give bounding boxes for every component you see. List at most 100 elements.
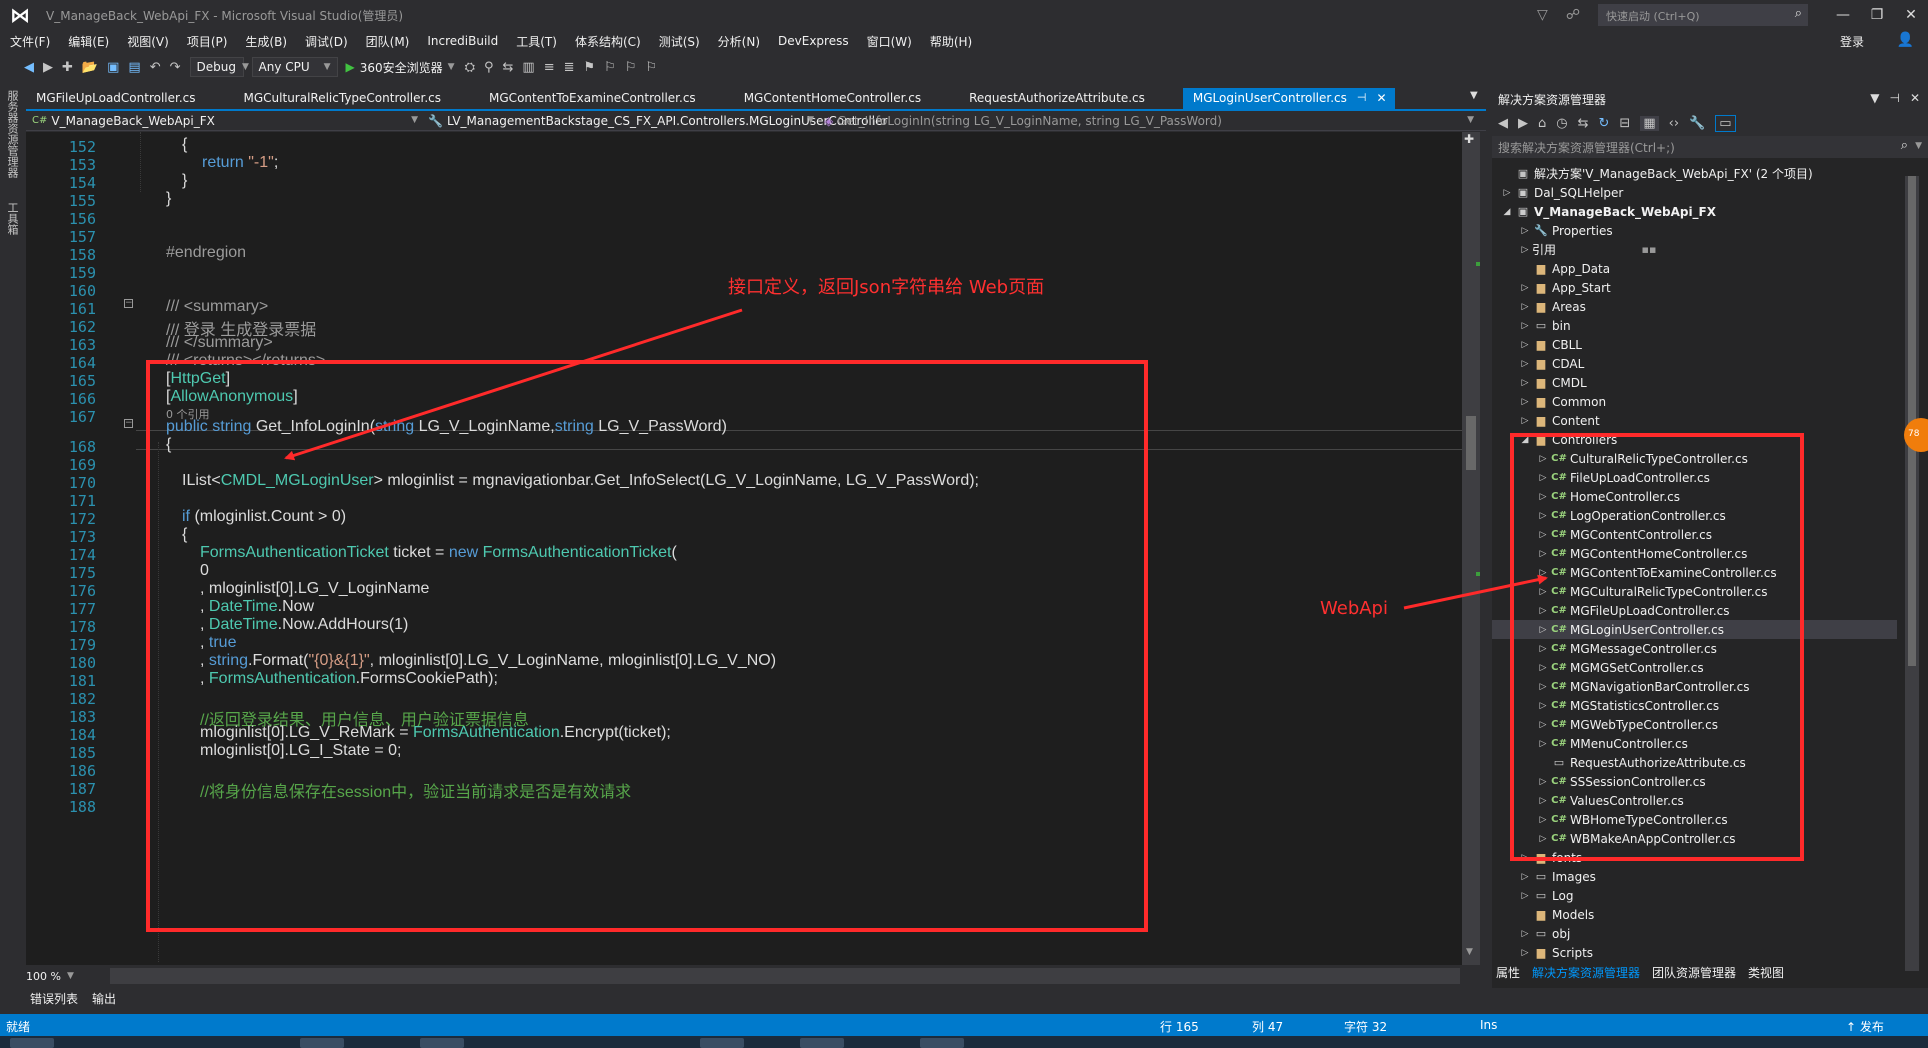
split-editor-icon[interactable]: ✚ — [1464, 132, 1474, 146]
login-link[interactable]: 登录 — [1840, 33, 1864, 50]
history-icon[interactable]: ◷ — [1556, 116, 1567, 131]
solution-tree-item[interactable]: ▷ ▣ Dal_SQLHelper — [1492, 183, 1897, 202]
menu-help[interactable]: 帮助(H) — [930, 33, 972, 50]
expand-arrow-icon[interactable]: ▷ — [1518, 416, 1532, 426]
expand-arrow-icon[interactable]: ▷ — [1518, 891, 1532, 901]
new-project-icon[interactable]: ✚ — [62, 60, 73, 75]
menu-build[interactable]: 生成(B) — [245, 33, 287, 50]
notification-filter-icon[interactable]: ▽ — [1537, 7, 1548, 23]
expand-arrow-icon[interactable]: ▷ — [1518, 359, 1532, 369]
account-icon[interactable]: 👤 — [1897, 32, 1914, 48]
expand-arrow-icon[interactable]: ▷ — [1518, 340, 1532, 350]
preview-icon[interactable]: ▭ — [1715, 114, 1736, 132]
taskbar-item[interactable] — [920, 1038, 964, 1048]
scrollbar-thumb[interactable] — [1466, 416, 1476, 470]
undo-icon[interactable]: ↶ — [150, 60, 161, 75]
taskbar-item[interactable] — [800, 1038, 844, 1048]
close-button[interactable]: ✕ — [1894, 7, 1928, 23]
collapse-toggle-icon[interactable]: − — [124, 299, 133, 308]
save-all-icon[interactable]: ▤ — [128, 60, 140, 75]
menu-file[interactable]: 文件(F) — [10, 33, 50, 50]
close-tab-icon[interactable]: ✕ — [1376, 91, 1386, 109]
taskbar-item[interactable] — [700, 1038, 744, 1048]
chevron-down-icon[interactable]: ▼ — [1870, 91, 1879, 105]
solution-tree-item[interactable]: ▷ ▭ obj — [1492, 924, 1897, 943]
menu-team[interactable]: 团队(M) — [366, 33, 410, 50]
menu-architecture[interactable]: 体系结构(C) — [575, 33, 641, 50]
expand-arrow-icon[interactable]: ▷ — [1518, 948, 1532, 958]
sync-icon[interactable]: ⇆ — [1578, 116, 1589, 131]
scroll-down-icon[interactable]: ▼ — [1466, 947, 1473, 957]
clear-bookmarks-icon[interactable]: ⚐ — [645, 60, 657, 75]
bookmark-icon[interactable]: ⚑ — [584, 60, 596, 75]
solution-search-input[interactable]: 搜索解决方案资源管理器(Ctrl+;) ⌕ ▼ — [1492, 136, 1928, 158]
comment-icon[interactable]: ≡ — [544, 60, 555, 75]
properties-icon[interactable]: 🔧 — [1689, 116, 1705, 131]
taskbar-item[interactable] — [10, 1038, 54, 1048]
menu-incredibuild[interactable]: IncrediBuild — [427, 34, 498, 48]
forward-icon[interactable]: ▶ — [1518, 116, 1528, 131]
solution-tree-item[interactable]: ▷ ▆ Common — [1492, 392, 1897, 411]
collapse-all-icon[interactable]: ⊟ — [1619, 116, 1630, 131]
menu-analyze[interactable]: 分析(N) — [718, 33, 760, 50]
solution-config-select[interactable]: Debug ▼ — [189, 57, 249, 77]
collapse-toggle-icon[interactable]: − — [124, 419, 133, 428]
uncomment-icon[interactable]: ≣ — [564, 60, 575, 75]
home-icon[interactable]: ⌂ — [1538, 116, 1546, 131]
tab-overflow-icon[interactable]: ▼ — [1470, 90, 1478, 101]
zoom-select[interactable]: 100 % ▼ — [26, 968, 74, 984]
solution-tree-item[interactable]: ▷ ▆ CBLL — [1492, 335, 1897, 354]
menu-project[interactable]: 项目(P) — [187, 33, 228, 50]
feedback-icon[interactable]: ☍ — [1566, 7, 1580, 23]
expand-arrow-icon[interactable]: ▷ — [1518, 929, 1532, 939]
solution-tree-item[interactable]: ▣ 解决方案'V_ManageBack_WebApi_FX' (2 个项目) — [1492, 164, 1897, 183]
expanded-arrow-icon[interactable]: ◢ — [1500, 207, 1514, 217]
output-tab[interactable]: 输出 — [92, 990, 116, 1008]
show-all-files-icon[interactable]: ▦ — [1640, 115, 1659, 131]
menu-test[interactable]: 测试(S) — [659, 33, 700, 50]
solution-tree-item[interactable]: ▆ Models — [1492, 905, 1897, 924]
editor-horizontal-scrollbar[interactable] — [110, 968, 1460, 984]
expand-arrow-icon[interactable]: ▷ — [1518, 283, 1532, 293]
solution-explorer-tab[interactable]: 解决方案资源管理器 — [1532, 964, 1640, 982]
member-dropdown[interactable]: ◈ Get_InfoLoginIn(string LG_V_LoginName,… — [818, 111, 1478, 131]
menu-window[interactable]: 窗口(W) — [867, 33, 912, 50]
prev-bookmark-icon[interactable]: ⚐ — [604, 60, 616, 75]
solution-tree-item[interactable]: ▷ ▆ CMDL — [1492, 373, 1897, 392]
expand-arrow-icon[interactable]: ▷ — [1518, 397, 1532, 407]
expand-arrow-icon[interactable]: ▷ — [1518, 245, 1532, 255]
team-explorer-tab[interactable]: 团队资源管理器 — [1652, 964, 1736, 982]
open-file-icon[interactable]: 📂 — [82, 60, 98, 75]
expand-arrow-icon[interactable]: ▷ — [1518, 302, 1532, 312]
view-code-icon[interactable]: ‹› — [1669, 116, 1679, 131]
layout-icon[interactable]: ▥ — [522, 60, 534, 75]
quick-launch-input[interactable]: 快速启动 (Ctrl+Q) ⌕ — [1598, 4, 1808, 26]
solution-tree-item[interactable]: ▷ ▆ Scripts — [1492, 943, 1897, 962]
taskbar-item[interactable] — [420, 1038, 464, 1048]
solution-tree-item[interactable]: ▷ ▆ Content — [1492, 411, 1897, 430]
class-dropdown[interactable]: 🔧 LV_ManagementBackstage_CS_FX_API.Contr… — [422, 111, 887, 131]
redo-icon[interactable]: ↷ — [170, 60, 181, 75]
class-view-tab[interactable]: 类视图 — [1748, 964, 1784, 982]
solution-tree-item[interactable]: ▷ ▭ Log — [1492, 886, 1897, 905]
expand-arrow-icon[interactable]: ▷ — [1518, 226, 1532, 236]
taskbar-item[interactable] — [300, 1038, 344, 1048]
tab-mgloginusercontroller[interactable]: MGLoginUserController.cs ⊣ ✕ — [1182, 88, 1395, 109]
expand-arrow-icon[interactable]: ▷ — [1518, 872, 1532, 882]
expand-arrow-icon[interactable]: ▷ — [1500, 188, 1514, 198]
solution-tree-item[interactable]: ▷ ▆ App_Start — [1492, 278, 1897, 297]
tab-mgculturalrelictypecontroller[interactable]: MGCulturalRelicTypeController.cs — [234, 88, 450, 109]
forward-icon[interactable]: ▶ — [43, 60, 53, 75]
back-icon[interactable]: ◀ — [1498, 116, 1508, 131]
format-icon[interactable]: ⇆ — [503, 60, 514, 75]
solution-tree-item[interactable]: ▷ ▪▪ 引用 — [1492, 240, 1897, 259]
server-explorer-tab[interactable]: 服务器资源管理器 — [4, 90, 20, 178]
editor-vertical-scrollbar[interactable]: ✚ ▼ — [1462, 132, 1480, 965]
solution-scrollbar[interactable] — [1905, 176, 1919, 971]
browser-link-icon[interactable]: ⛭ — [465, 60, 475, 75]
close-icon[interactable]: ✕ — [1910, 91, 1920, 105]
menu-tools[interactable]: 工具(T) — [516, 33, 557, 50]
expand-arrow-icon[interactable]: ▷ — [1518, 378, 1532, 388]
solution-tree-item[interactable]: ▷ ▭ bin — [1492, 316, 1897, 335]
platform-select[interactable]: Any CPU ▼ — [251, 57, 338, 77]
